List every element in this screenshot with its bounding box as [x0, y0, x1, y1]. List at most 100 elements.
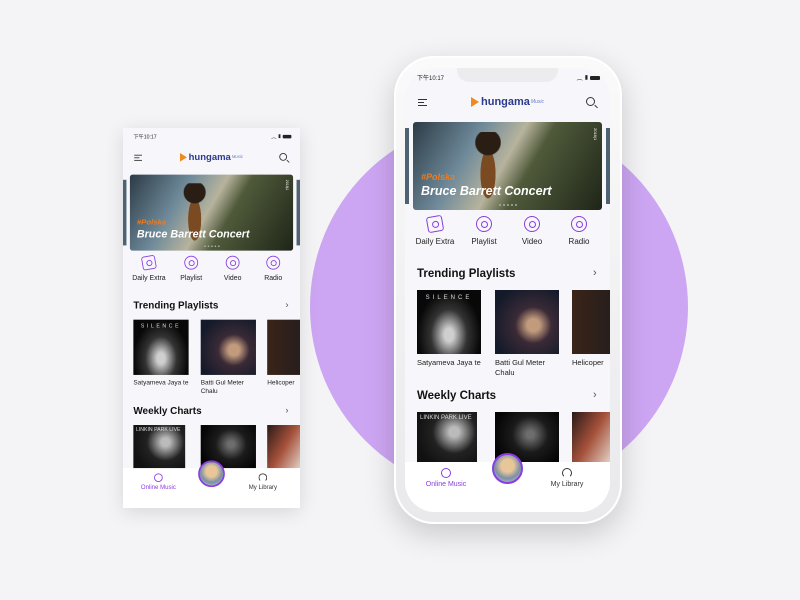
trending-more-chevron-icon[interactable]: › — [285, 300, 288, 310]
category-row: Daily Extra Playlist Video Radio — [123, 254, 300, 291]
phone-screen-small: 下午10:17 ︵ ▮ hungama Music 2018|1 #Polska B… — [123, 128, 300, 508]
banner-title: Bruce Barrett Concert — [136, 228, 250, 241]
film-reel-icon — [524, 216, 540, 232]
category-radio[interactable]: Radio — [555, 216, 603, 246]
radio-broadcast-icon — [571, 216, 587, 232]
nav-online-music[interactable]: Online Music — [411, 468, 481, 488]
nav-my-library[interactable]: My Library — [233, 473, 293, 491]
playlist-card-helicoper[interactable] — [267, 319, 300, 375]
logo-subtext: Music — [231, 154, 243, 160]
category-label: Radio — [568, 237, 590, 246]
app-header: hungama Music — [123, 152, 300, 164]
nav-online-music[interactable]: Online Music — [128, 473, 188, 491]
playlist-card-helicoper[interactable] — [572, 290, 610, 354]
film-reel-icon — [225, 255, 240, 270]
chart-card-linkin-park[interactable]: LINKIN PARK LIVE — [417, 412, 477, 462]
banner-tag: #Polska — [421, 172, 456, 182]
signal-icon: ▮ — [278, 134, 282, 140]
app-header: hungama Music — [405, 96, 610, 110]
play-logo-icon — [179, 153, 187, 162]
playlist-caption: Batti Gul Meter Chalu — [495, 358, 546, 377]
nav-label: Online Music — [140, 484, 176, 491]
playlist-caption: Helicoper — [267, 378, 295, 387]
hamburger-menu-icon[interactable] — [134, 154, 142, 163]
music-disc-icon — [441, 468, 451, 478]
hamburger-menu-icon[interactable] — [418, 99, 427, 108]
featured-banner[interactable]: 2018|1 #Polska Bruce Barrett Concert — [413, 122, 602, 210]
category-daily-extra[interactable]: Daily Extra — [411, 214, 459, 246]
playlist-caption: Helicoper — [572, 358, 604, 367]
playlist-caption: Satyameva Jaya te — [133, 378, 189, 387]
logo-text: hungama — [188, 152, 231, 163]
carousel-dots[interactable] — [204, 245, 220, 248]
wifi-icon: ︵ — [576, 76, 583, 82]
category-label: Playlist — [471, 237, 497, 246]
app-screen: 下午10:17 ︵ ▮ hungama Music 2018|1 #Polska B… — [405, 68, 610, 512]
category-label: Video — [521, 237, 543, 246]
playlist-card-satyameva[interactable]: SILENCE — [417, 290, 481, 354]
category-radio[interactable]: Radio — [253, 255, 294, 282]
logo-text: hungama — [481, 96, 530, 108]
user-avatar[interactable] — [198, 460, 225, 488]
play-logo-icon — [471, 97, 479, 107]
cover-text: LINKIN PARK LIVE — [420, 415, 472, 421]
playlist-card-batti-gul[interactable] — [200, 319, 256, 375]
category-playlist[interactable]: Playlist — [170, 255, 211, 282]
category-label: Radio — [264, 273, 283, 282]
banner-side-text: 2018|1 — [285, 179, 290, 191]
category-daily-extra[interactable]: Daily Extra — [128, 254, 169, 282]
playlist-card-satyameva[interactable]: SILENCE — [133, 319, 189, 375]
category-video[interactable]: Video — [212, 255, 253, 282]
carousel-prev-peek[interactable] — [123, 179, 127, 246]
search-icon[interactable] — [586, 97, 595, 106]
chart-card-3[interactable] — [267, 425, 300, 469]
weekly-more-chevron-icon[interactable]: › — [285, 405, 288, 415]
headphones-icon — [562, 468, 572, 478]
carousel-prev-peek[interactable] — [405, 128, 409, 204]
wifi-icon: ︵ — [271, 134, 277, 141]
carousel-dots[interactable] — [499, 204, 517, 206]
weekly-charts-heading: Weekly Charts — [133, 406, 202, 417]
nav-label: My Library — [550, 481, 584, 488]
carousel-next-peek[interactable] — [606, 128, 610, 204]
status-bar: 下午10:17 ︵ ▮ — [133, 132, 292, 141]
cover-text: SILENCE — [140, 323, 182, 330]
signal-icon: ▮ — [584, 75, 588, 81]
music-card-icon — [140, 254, 157, 271]
banner-title: Bruce Barrett Concert — [421, 184, 552, 198]
nav-label: Online Music — [425, 481, 467, 488]
status-icons: ︵ ▮ — [271, 132, 292, 141]
music-disc-icon — [154, 473, 163, 482]
phone-screen-large: 下午10:17 ︵ ▮ hungama Music 2018|1 #Polska B… — [405, 68, 610, 512]
category-label: Video — [223, 273, 242, 282]
status-time: 下午10:17 — [133, 134, 157, 141]
banner-side-text: 2018|1 — [593, 128, 598, 141]
headphones-icon — [258, 473, 268, 482]
category-label: Daily Extra — [132, 273, 166, 282]
featured-banner[interactable]: 2018|1 #Polska Bruce Barrett Concert — [129, 174, 294, 251]
carousel-next-peek[interactable] — [296, 179, 300, 246]
music-card-icon — [425, 214, 445, 234]
app-screen: 下午10:17 ︵ ▮ hungama Music 2018|1 #Polska B… — [123, 128, 300, 508]
playlist-card-batti-gul[interactable] — [495, 290, 559, 354]
chart-card-3[interactable] — [572, 412, 610, 462]
music-note-disc-icon — [476, 216, 492, 232]
category-playlist[interactable]: Playlist — [460, 216, 508, 246]
search-icon[interactable] — [279, 153, 288, 161]
category-video[interactable]: Video — [508, 216, 556, 246]
cover-text: SILENCE — [425, 295, 473, 301]
battery-icon — [590, 75, 600, 80]
weekly-charts-heading: Weekly Charts — [417, 390, 497, 402]
nav-my-library[interactable]: My Library — [532, 468, 602, 488]
category-row: Daily Extra Playlist Video Radio — [405, 214, 610, 256]
trending-more-chevron-icon[interactable]: › — [593, 267, 597, 279]
playlist-caption: Satyameva Jaya te — [417, 358, 481, 367]
chart-card-linkin-park[interactable]: LINKIN PARK LIVE — [133, 425, 186, 469]
weekly-more-chevron-icon[interactable]: › — [593, 389, 597, 401]
status-icons: ︵ ▮ — [577, 73, 600, 82]
playlist-caption: Batti Gul Meter Chalu — [200, 378, 244, 395]
banner-tag: #Polska — [136, 217, 167, 227]
user-avatar[interactable] — [492, 453, 523, 484]
radio-broadcast-icon — [266, 255, 281, 270]
phone-notch — [457, 68, 558, 82]
